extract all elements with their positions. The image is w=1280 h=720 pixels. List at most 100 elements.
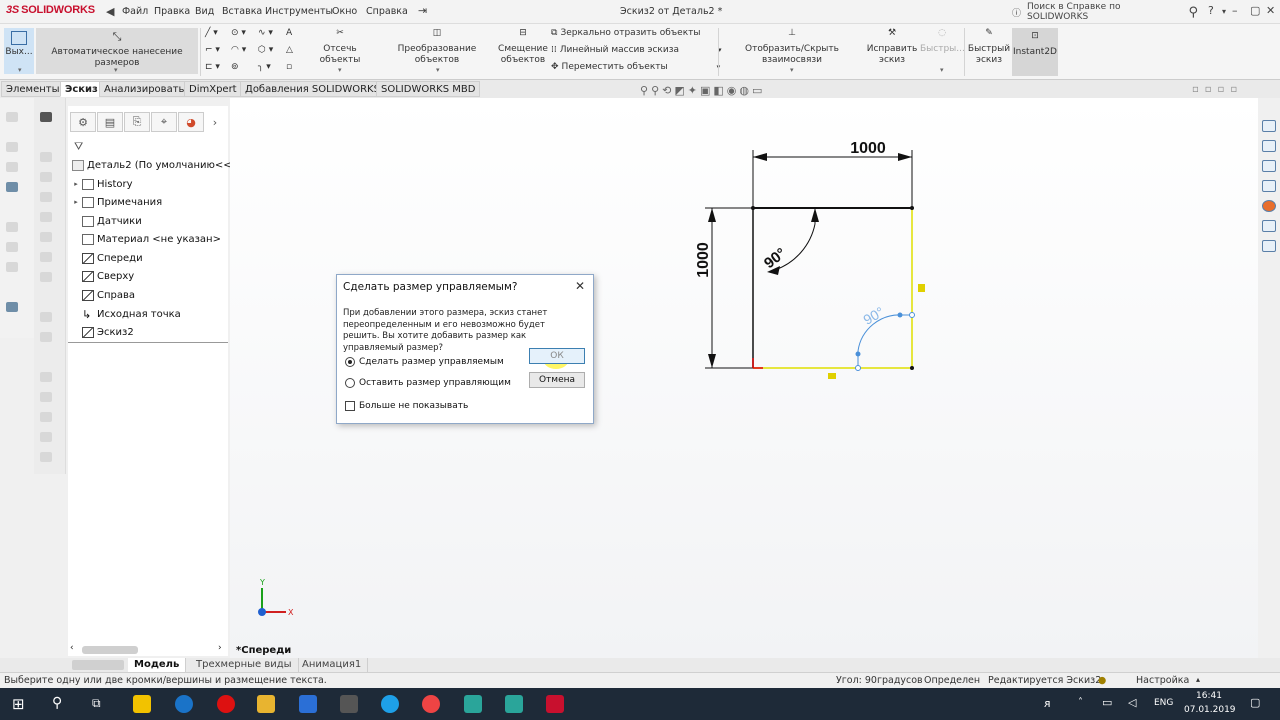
menu-edit[interactable]: Правка <box>154 6 190 17</box>
dimension-text[interactable]: 1000 <box>695 242 712 278</box>
heads-up-view-toolbar[interactable]: ⚲⚲⟲◩✦▣◧◉◍▭ <box>640 84 765 97</box>
rapid-sketch-button[interactable]: ✎ Быстрый эскиз <box>966 28 1012 66</box>
rectangle-tool-icon[interactable]: ⌐ ▾ <box>205 45 220 55</box>
task-view-icon[interactable]: ⧉ <box>92 696 101 711</box>
previous-view-icon[interactable]: ⟲ <box>662 84 674 97</box>
tree-item-sketch2[interactable]: Эскиз2 <box>70 323 134 341</box>
offset-entities-button[interactable]: ⊟ Смещение объектов <box>498 28 548 66</box>
file-explorer-icon[interactable] <box>1262 180 1276 192</box>
chevron-down-icon[interactable]: ▾ <box>436 66 440 74</box>
feature-manager-icon[interactable]: ⚙ <box>70 112 96 132</box>
tree-item-annotations[interactable]: ▸ Примечания <box>70 193 162 211</box>
tree-item-top-plane[interactable]: Сверху <box>70 267 134 285</box>
menu-help[interactable]: Справка <box>366 6 408 17</box>
maximize-button[interactable]: ▢ <box>1250 4 1260 17</box>
configuration-manager-icon[interactable]: ⎘ <box>124 112 150 132</box>
tree-scrollbar[interactable]: ‹ › <box>68 643 228 656</box>
cancel-button[interactable]: Отмена <box>529 372 585 388</box>
view-orientation-icon[interactable]: ▣ <box>700 84 713 97</box>
hide-show-icon[interactable]: ◉ <box>727 84 740 97</box>
tool-icon[interactable] <box>6 182 18 192</box>
angle-dimension[interactable]: 90° <box>761 208 819 275</box>
word-icon[interactable] <box>299 695 317 713</box>
plane-tool-icon[interactable]: △ <box>286 45 293 55</box>
arc-tool-icon[interactable]: ◠ ▾ <box>231 45 246 55</box>
chevron-down-icon[interactable]: ▾ <box>338 66 342 74</box>
dont-show-again[interactable]: Больше не показывать <box>345 401 468 411</box>
display-style-icon[interactable]: ◧ <box>713 84 726 97</box>
scroll-thumb[interactable] <box>82 646 138 654</box>
skype-icon[interactable] <box>381 695 399 713</box>
tool-icon[interactable] <box>40 112 52 122</box>
expand-icon[interactable]: ▸ <box>70 198 82 206</box>
horizontal-dimension[interactable]: 1000 <box>752 140 913 208</box>
horizontal-relation-icon[interactable] <box>828 373 836 379</box>
filter-icon[interactable]: ⛛ <box>74 140 83 154</box>
chrome-icon[interactable] <box>422 695 440 713</box>
home-icon[interactable] <box>1262 120 1276 132</box>
app-icon[interactable] <box>505 695 523 713</box>
polygon-tool-icon[interactable]: ⬡ ▾ <box>258 45 273 55</box>
tool-icon[interactable] <box>40 452 52 462</box>
display-manager-icon[interactable]: ◕ <box>178 112 204 132</box>
text-tool-icon[interactable]: A <box>286 28 292 38</box>
help-menu-icon[interactable]: ? <box>1208 4 1214 17</box>
slot-tool-icon[interactable]: ⊏ ▾ <box>205 62 220 72</box>
tab-3d-views[interactable]: Трехмерные виды <box>190 658 299 672</box>
volume-icon[interactable]: ◁ <box>1128 696 1136 709</box>
point-tool-icon[interactable]: ▫ <box>286 62 292 72</box>
appearances-icon[interactable] <box>1262 200 1276 212</box>
property-manager-icon[interactable]: ▤ <box>97 112 123 132</box>
menu-insert[interactable]: Вставка <box>222 6 262 17</box>
vertical-relation-icon[interactable] <box>918 284 925 292</box>
network-icon[interactable]: ▭ <box>1102 696 1112 709</box>
tab-mbd[interactable]: SOLIDWORKS MBD <box>376 81 481 97</box>
minimize-button[interactable]: – <box>1232 4 1238 17</box>
menu-expand-icon[interactable]: ◀ <box>106 5 114 18</box>
chevron-down-icon[interactable]: ▾ <box>940 66 944 74</box>
radio-driven[interactable] <box>345 357 355 367</box>
menu-tools[interactable]: Инструменты <box>265 6 333 17</box>
tool-icon[interactable] <box>6 242 18 252</box>
tool-icon[interactable] <box>6 262 18 272</box>
custom-properties-icon[interactable] <box>1262 220 1276 232</box>
expand-icon[interactable]: ▸ <box>70 180 82 188</box>
forum-icon[interactable] <box>1262 240 1276 252</box>
move-entities-button[interactable]: ✥Переместить объекты▾ <box>551 62 720 72</box>
tool-icon[interactable] <box>40 432 52 442</box>
rebuild-icon[interactable]: ● <box>1098 675 1106 686</box>
tool-icon[interactable] <box>40 192 52 202</box>
tree-item-right-plane[interactable]: Справа <box>70 286 135 304</box>
tool-icon[interactable] <box>40 312 52 322</box>
resources-icon[interactable] <box>1262 140 1276 152</box>
app-icon[interactable] <box>464 695 482 713</box>
dynamic-annotation-icon[interactable]: ✦ <box>688 84 700 97</box>
tab-dimxpert[interactable]: DimXpert <box>184 81 242 97</box>
pin-icon[interactable]: ⇥ <box>418 4 427 17</box>
mirror-button[interactable]: ⧉ Зеркально отразить объекты <box>551 28 700 38</box>
explorer-icon[interactable] <box>257 695 275 713</box>
angle-text[interactable]: 90° <box>761 245 789 272</box>
tree-root[interactable]: Деталь2 (По умолчанию<<По <box>72 156 245 174</box>
show-hide-relations-button[interactable]: ⊥ Отобразить/Скрыть взаимосвязи <box>720 28 864 66</box>
store-icon[interactable] <box>133 695 151 713</box>
zoom-area-icon[interactable]: ⚲ <box>651 84 662 97</box>
chevron-right-icon[interactable]: › <box>205 112 225 132</box>
tab-animation[interactable]: Анимация1 <box>296 658 369 672</box>
line-tool-icon[interactable]: ╱ ▾ <box>205 28 218 38</box>
circle-tool-icon[interactable]: ⊙ ▾ <box>231 28 246 38</box>
tool-icon[interactable] <box>40 212 52 222</box>
menu-window[interactable]: Окно <box>332 6 357 17</box>
tool-icon[interactable] <box>40 392 52 402</box>
close-icon[interactable]: ✕ <box>575 279 585 293</box>
chevron-down-icon[interactable]: ▾ <box>790 66 794 74</box>
help-search[interactable]: ⓘ Поиск в Справке по SOLIDWORKS ⚲ <box>1012 2 1198 22</box>
viewport-controls[interactable]: ▫▫▫▫ <box>1192 84 1243 95</box>
appearance-icon[interactable]: ◍ <box>739 84 752 97</box>
tool-icon[interactable] <box>40 152 52 162</box>
clock-date[interactable]: 07.01.2019 <box>1184 705 1236 715</box>
fillet-tool-icon[interactable]: ╮ ▾ <box>258 62 271 72</box>
scroll-right-icon[interactable]: › <box>218 643 222 653</box>
option-driving[interactable]: Оставить размер управляющим <box>345 378 511 388</box>
tool-icon[interactable] <box>6 222 18 232</box>
